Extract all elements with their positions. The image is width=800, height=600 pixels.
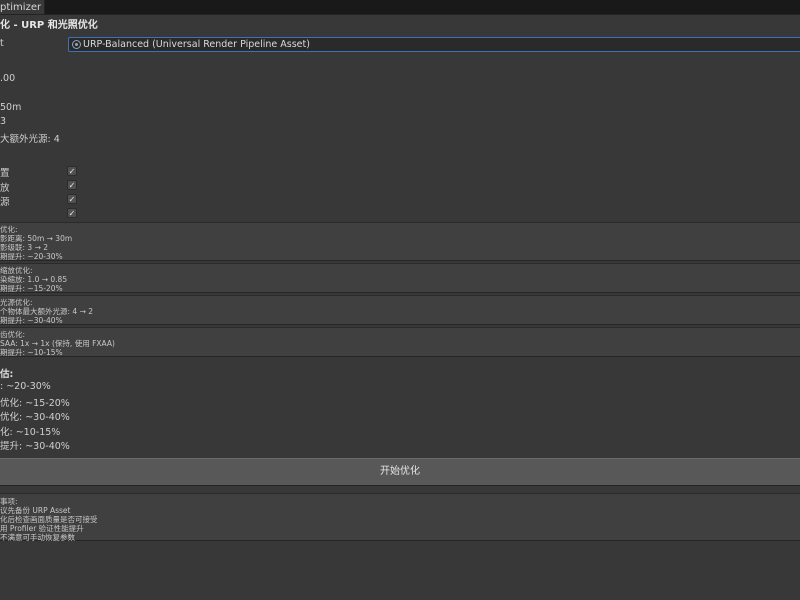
info-line: 期提升: ~10-15% — [0, 348, 63, 357]
render-scale-checkbox[interactable]: ✓ — [67, 180, 77, 190]
shadow-optimize-checkbox[interactable]: ✓ — [67, 166, 77, 176]
antialias-checkbox[interactable]: ✓ — [67, 208, 77, 218]
estimate-item: : ~20-30% — [0, 381, 51, 392]
shadow-distance-value: 50m — [0, 102, 22, 113]
render-scale-info-box: 缩放优化: 染缩放: 1.0 → 0.85 期提升: ~15-20% — [0, 263, 800, 293]
tab-strip: ptimizer — [0, 0, 800, 15]
estimate-item: 优化: ~30-40% — [0, 412, 70, 423]
estimate-title: 估: — [0, 369, 14, 380]
start-optimize-button[interactable]: 开始优化 — [0, 458, 800, 486]
estimate-total: 提升: ~30-40% — [0, 441, 70, 452]
antialias-info-box: 齿优化: SAA: 1x → 1x (保持, 使用 FXAA) 期提升: ~10… — [0, 327, 800, 357]
urp-asset-value: URP-Balanced (Universal Render Pipeline … — [83, 39, 310, 50]
render-scale-value: .00 — [0, 73, 16, 84]
toggle-label-lights: 源 — [0, 197, 10, 208]
notes-box: 事项: 议先备份 URP Asset 化后检查画面质量是否可接受 用 Profi… — [0, 493, 800, 542]
toggle-label-scale: 放 — [0, 183, 10, 194]
max-additional-lights-value: 大额外光源: 4 — [0, 134, 60, 145]
info-line: 期提升: ~20-30% — [0, 252, 63, 261]
urp-asset-label: t — [0, 38, 4, 49]
note-line: 不满意可手动恢复参数 — [0, 533, 75, 542]
window-title: 化 - URP 和光照优化 — [0, 20, 98, 31]
toggle-label-shadow: 置 — [0, 168, 10, 179]
lights-info-box: 光源优化: 个物体最大额外光源: 4 → 2 期提升: ~30-40% — [0, 295, 800, 325]
urp-asset-field[interactable]: URP-Balanced (Universal Render Pipeline … — [68, 37, 800, 52]
tab-optimizer[interactable]: ptimizer — [0, 0, 45, 14]
optimizer-window: ptimizer 化 - URP 和光照优化 t URP-Balanced (U… — [0, 0, 800, 600]
shadow-info-box: 优化: 影距离: 50m → 30m 影级联: 3 → 2 期提升: ~20-3… — [0, 222, 800, 261]
info-line: 期提升: ~30-40% — [0, 316, 63, 325]
estimate-item: 优化: ~15-20% — [0, 398, 70, 409]
shadow-cascade-value: 3 — [0, 116, 7, 127]
lights-optimize-checkbox[interactable]: ✓ — [67, 194, 77, 204]
info-line: 期提升: ~15-20% — [0, 284, 63, 293]
render-pipeline-asset-icon — [72, 40, 81, 49]
estimate-item: 化: ~10-15% — [0, 427, 61, 438]
